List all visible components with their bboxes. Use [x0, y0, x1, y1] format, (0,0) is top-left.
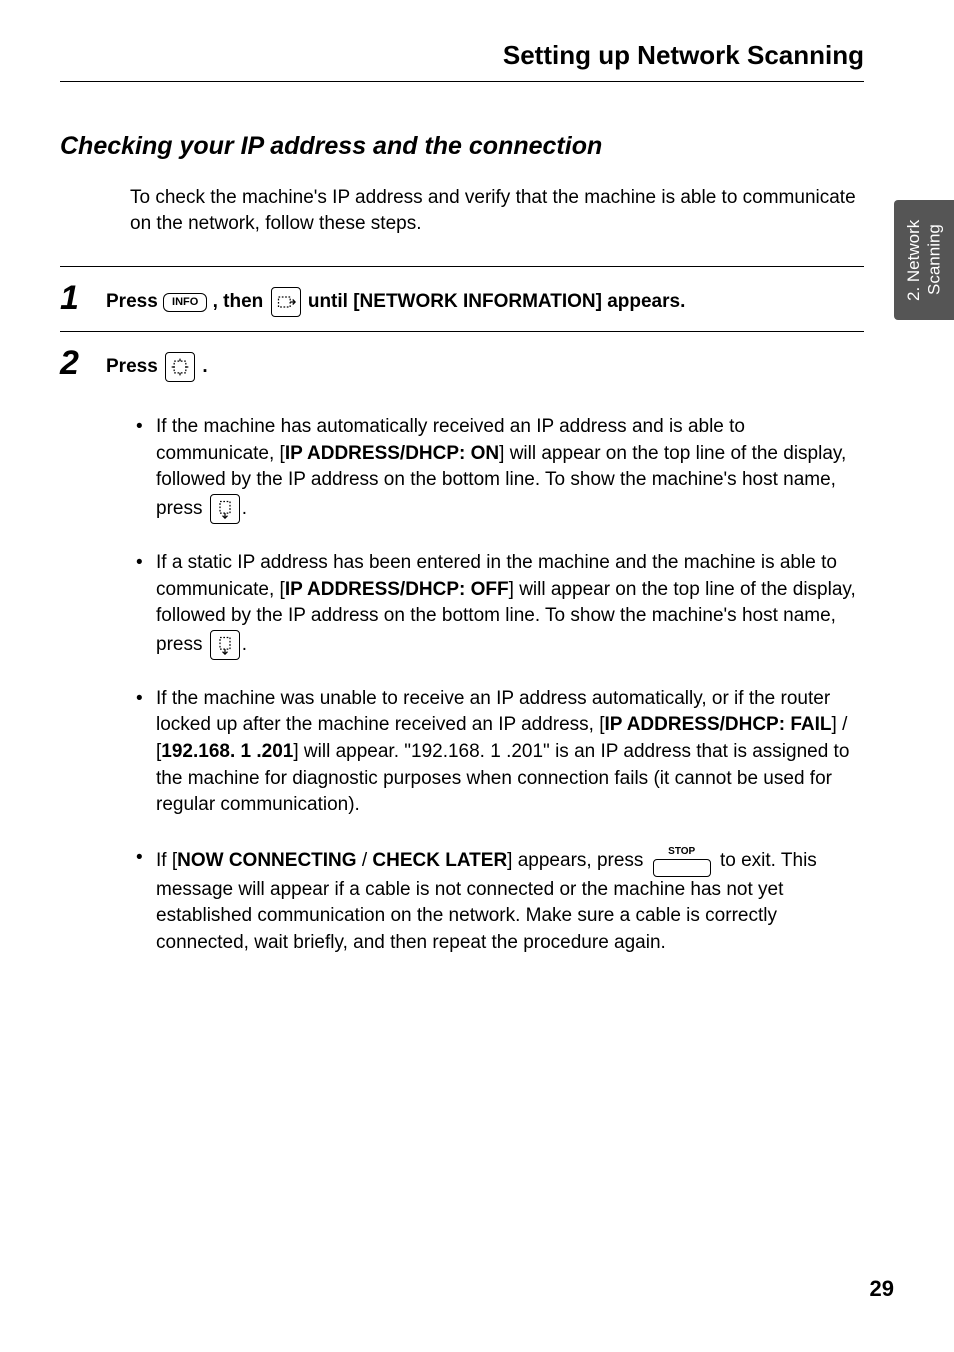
text: until [NETWORK INFORMATION] appears.: [308, 291, 686, 312]
step-2-body: Press .: [106, 346, 864, 382]
list-item: If the machine has automatically receive…: [136, 414, 864, 524]
step-number: 1: [60, 281, 106, 315]
bold-text: 192.168. 1 .201: [161, 741, 293, 762]
step-1: 1 Press INFO , then until [NETWORK INFOR…: [60, 267, 894, 331]
list-item: If [NOW CONNECTING / CHECK LATER] appear…: [136, 845, 864, 957]
list-item: If the machine was unable to receive an …: [136, 686, 864, 819]
text: .: [202, 356, 207, 377]
bullet-list: If the machine has automatically receive…: [136, 414, 864, 956]
enter-key-icon: [165, 352, 195, 382]
text: Press: [106, 291, 163, 312]
bold-text: NOW CONNECTING: [177, 850, 356, 871]
down-arrow-key-icon: [210, 494, 240, 524]
stop-key-icon: STOP: [653, 845, 711, 877]
document-page: Setting up Network Scanning 2. Network S…: [0, 0, 954, 1352]
step-number: 2: [60, 346, 106, 380]
header-row: Setting up Network Scanning: [60, 40, 894, 71]
page-header-title: Setting up Network Scanning: [503, 40, 864, 71]
bold-text: IP ADDRESS/DHCP: FAIL: [605, 714, 832, 735]
step-1-body: Press INFO , then until [NETWORK INFORMA…: [106, 281, 864, 317]
text: /: [357, 850, 373, 871]
text: Press: [106, 356, 163, 377]
bold-text: IP ADDRESS/DHCP: ON: [285, 443, 499, 464]
right-arrow-key-icon: [271, 287, 301, 317]
chapter-side-tab: 2. Network Scanning: [894, 200, 954, 320]
section-title: Checking your IP address and the connect…: [60, 132, 894, 161]
step-2: 2 Press .: [60, 332, 894, 396]
page-number: 29: [870, 1276, 894, 1302]
stop-key-box: [653, 859, 711, 877]
section-intro: To check the machine's IP address and ve…: [130, 185, 864, 236]
chapter-side-tab-text: 2. Network Scanning: [904, 200, 945, 320]
info-key-icon: INFO: [163, 293, 207, 312]
text: ] appears, press: [507, 850, 649, 871]
text: If [: [156, 850, 177, 871]
text: , then: [213, 291, 269, 312]
bold-text: IP ADDRESS/DHCP: OFF: [285, 579, 509, 600]
stop-key-label: STOP: [668, 845, 695, 859]
bold-text: CHECK LATER: [372, 850, 507, 871]
down-arrow-key-icon: [210, 630, 240, 660]
list-item: If a static IP address has been entered …: [136, 550, 864, 660]
header-divider: [60, 81, 864, 82]
text: .: [242, 634, 247, 655]
text: .: [242, 498, 247, 519]
